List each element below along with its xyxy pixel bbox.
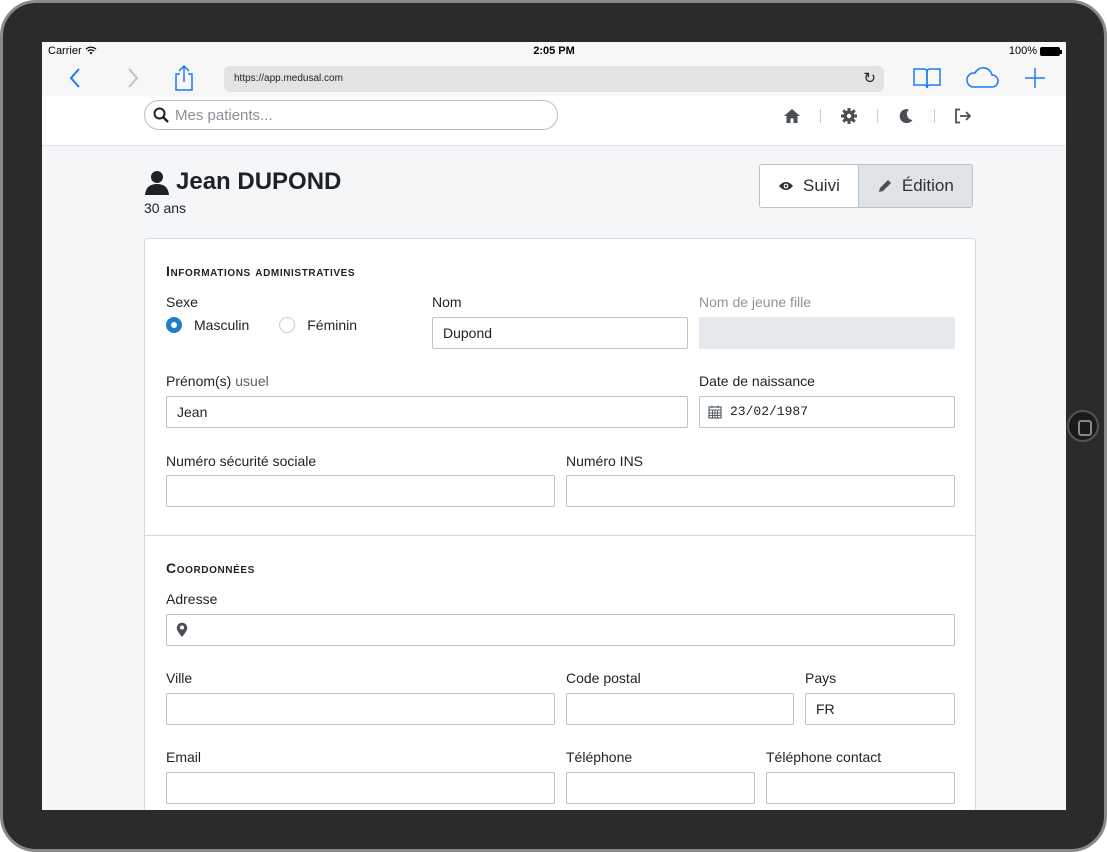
code-postal-label: Code postal xyxy=(566,670,641,686)
nss-label: Numéro sécurité sociale xyxy=(166,453,317,469)
bookmarks-icon[interactable] xyxy=(912,64,942,92)
nom-jeune-fille-field xyxy=(699,317,955,349)
user-icon xyxy=(145,171,169,195)
address-bar[interactable]: https://app.medusal.com ↻ xyxy=(224,66,884,92)
naissance-label: Date de naissance xyxy=(699,373,815,389)
contact-section-title: Coordonnées xyxy=(166,560,255,576)
status-time: 2:05 PM xyxy=(533,45,575,57)
pays-label: Pays xyxy=(805,670,837,686)
nav-divider xyxy=(820,109,821,123)
nom-field[interactable]: Dupond xyxy=(432,317,688,349)
browser-toolbar: https://app.medusal.com ↻ xyxy=(42,62,1066,96)
back-icon[interactable] xyxy=(64,64,86,92)
telephone-field[interactable] xyxy=(566,772,755,804)
search-input[interactable] xyxy=(175,106,535,124)
battery-icon xyxy=(1040,46,1062,56)
url-text: https://app.medusal.com xyxy=(234,73,343,84)
admin-section-title: Informations administratives xyxy=(166,263,356,279)
reload-icon[interactable]: ↻ xyxy=(863,66,876,92)
pencil-icon xyxy=(878,180,891,192)
view-mode-toggle: Suivi Édition xyxy=(759,164,973,208)
battery-status: 100% xyxy=(1009,45,1062,57)
email-field[interactable] xyxy=(166,772,555,804)
sexe-radio-group: Masculin Féminin xyxy=(166,317,387,333)
suivi-button[interactable]: Suivi xyxy=(760,165,858,207)
forward-icon[interactable] xyxy=(122,64,144,92)
radio-feminin-control[interactable] xyxy=(279,317,296,333)
telephone-contact-field[interactable] xyxy=(766,772,955,804)
prenom-label: Prénom(s) usuel xyxy=(166,373,269,389)
search-icon xyxy=(153,107,169,123)
telephone-label: Téléphone xyxy=(566,749,633,765)
screen: Carrier 2:05 PM 100% https://app.medusal… xyxy=(42,42,1066,810)
ins-field[interactable] xyxy=(566,475,955,507)
cloud-tabs-icon[interactable] xyxy=(964,64,1000,92)
section-divider xyxy=(145,535,975,536)
ins-label: Numéro INS xyxy=(566,453,644,469)
home-icon[interactable] xyxy=(780,104,804,128)
logout-icon[interactable] xyxy=(951,104,975,128)
home-button[interactable] xyxy=(1067,410,1099,442)
app-header xyxy=(42,96,1066,146)
ville-label: Ville xyxy=(166,670,193,686)
adresse-field[interactable] xyxy=(166,614,955,646)
status-bar: Carrier 2:05 PM 100% xyxy=(42,42,1066,62)
patient-form-card: Informations administratives Sexe Mascul… xyxy=(144,238,976,810)
prenom-field[interactable]: Jean xyxy=(166,396,688,428)
telephone-contact-label: Téléphone contact xyxy=(766,749,882,765)
patient-age: 30 ans xyxy=(144,200,187,216)
code-postal-field[interactable] xyxy=(566,693,794,725)
pays-field[interactable]: FR xyxy=(805,693,955,725)
new-tab-icon[interactable] xyxy=(1022,64,1048,92)
calendar-icon xyxy=(708,405,722,419)
gear-icon[interactable] xyxy=(837,104,861,128)
map-marker-icon xyxy=(176,622,188,637)
radio-feminin[interactable]: Féminin xyxy=(279,317,357,333)
ville-field[interactable] xyxy=(166,693,555,725)
moon-icon[interactable] xyxy=(894,104,918,128)
share-icon[interactable] xyxy=(172,64,196,92)
sexe-label: Sexe xyxy=(166,294,198,310)
eye-icon xyxy=(779,182,793,190)
email-label: Email xyxy=(166,749,202,765)
nom-label: Nom xyxy=(432,294,462,310)
patient-search[interactable] xyxy=(144,100,558,130)
patient-name: Jean DUPOND xyxy=(144,168,341,196)
nom-jeune-fille-label: Nom de jeune fille xyxy=(699,294,812,310)
nav-divider xyxy=(877,109,878,123)
naissance-field[interactable]: 23/02/1987 xyxy=(699,396,955,428)
nss-field[interactable] xyxy=(166,475,555,507)
adresse-label: Adresse xyxy=(166,591,218,607)
radio-masculin-control[interactable] xyxy=(166,317,182,333)
header-nav xyxy=(780,104,975,128)
nav-divider xyxy=(934,109,935,123)
radio-masculin[interactable]: Masculin xyxy=(166,317,249,333)
edition-button[interactable]: Édition xyxy=(857,165,972,207)
